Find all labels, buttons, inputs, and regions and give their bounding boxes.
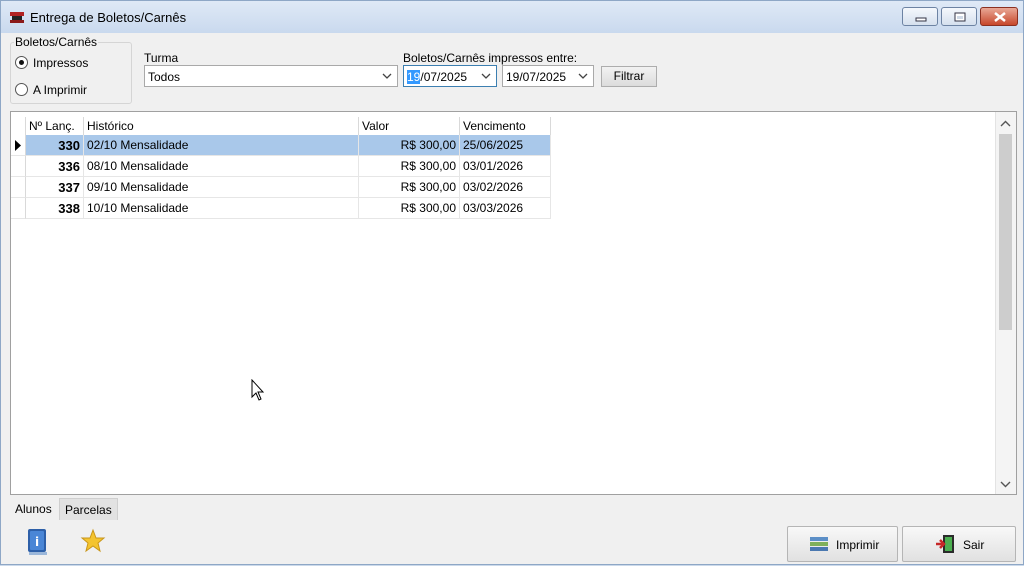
turma-select[interactable]: Todos [144, 65, 398, 87]
radio-a-imprimir-label[interactable]: A Imprimir [33, 83, 87, 97]
cell-valor: R$ 300,00 [359, 156, 460, 177]
main-window: Entrega de Boletos/Carnês Boletos/Carnês… [0, 0, 1024, 565]
info-book-icon[interactable]: i [24, 527, 50, 557]
column-header-num[interactable]: Nº Lanç. [26, 117, 84, 135]
scroll-down-icon[interactable] [999, 478, 1012, 491]
scroll-up-icon[interactable] [999, 117, 1012, 130]
close-icon [994, 12, 1006, 22]
mouse-cursor-icon [251, 379, 265, 401]
tab-alunos[interactable]: Alunos [10, 498, 57, 520]
chevron-down-icon [481, 73, 491, 79]
date-from-value: 19/07/2025 [407, 70, 467, 84]
cell-vencimento: 03/03/2026 [460, 198, 551, 219]
chevron-down-icon [578, 73, 588, 79]
restore-icon [954, 12, 966, 22]
radio-impressos-label[interactable]: Impressos [33, 56, 88, 70]
table-row[interactable]: 338 10/10 Mensalidade R$ 300,00 03/03/20… [26, 198, 551, 219]
cell-valor: R$ 300,00 [359, 198, 460, 219]
table-row[interactable]: 330 02/10 Mensalidade R$ 300,00 25/06/20… [26, 135, 551, 156]
turma-label: Turma [144, 51, 179, 65]
cell-num: 337 [26, 177, 84, 198]
cell-historico: 09/10 Mensalidade [84, 177, 359, 198]
maximize-button[interactable] [941, 7, 977, 26]
date-from-rest: /07/2025 [420, 70, 468, 84]
print-button[interactable]: Imprimir [787, 526, 898, 562]
row-indicator-header [11, 117, 26, 135]
exit-door-icon [936, 535, 954, 553]
column-header-historico[interactable]: Histórico [84, 117, 359, 135]
date-to-picker[interactable]: 19/07/2025 [502, 65, 594, 87]
printer-icon [810, 537, 828, 551]
current-row-indicator [11, 135, 26, 156]
book-icon [10, 12, 24, 23]
star-icon[interactable] [80, 528, 106, 554]
row-indicator [11, 156, 26, 177]
cell-num: 330 [26, 135, 84, 156]
bottom-toolbar: i Imprimir Sair [10, 522, 1017, 566]
title-bar: Entrega de Boletos/Carnês [1, 1, 1023, 33]
chevron-down-icon [382, 73, 392, 79]
cell-num: 336 [26, 156, 84, 177]
cell-historico: 10/10 Mensalidade [84, 198, 359, 219]
date-from-selected-part: 19 [407, 70, 421, 84]
installments-grid[interactable]: Nº Lanç. Histórico Valor Vencimento 330 … [10, 111, 1017, 495]
row-indicator [11, 177, 26, 198]
row-indicator [11, 198, 26, 219]
radio-dot [19, 60, 24, 65]
date-to-value: 19/07/2025 [506, 70, 567, 84]
cell-historico: 08/10 Mensalidade [84, 156, 359, 177]
filter-button[interactable]: Filtrar [601, 66, 657, 87]
vertical-scrollbar[interactable] [995, 112, 1016, 494]
cell-valor: R$ 300,00 [359, 177, 460, 198]
boletos-group-label: Boletos/Carnês [14, 35, 99, 49]
date-from-picker[interactable]: 19/07/2025 [403, 65, 497, 87]
cell-num: 338 [26, 198, 84, 219]
column-header-vencimento[interactable]: Vencimento [460, 117, 551, 135]
minimize-button[interactable] [902, 7, 938, 26]
window-title: Entrega de Boletos/Carnês [30, 10, 187, 25]
svg-text:i: i [35, 535, 39, 549]
radio-a-imprimir[interactable] [15, 83, 28, 96]
radio-impressos[interactable] [15, 56, 28, 69]
cell-vencimento: 03/02/2026 [460, 177, 551, 198]
scrollbar-thumb[interactable] [999, 134, 1012, 330]
column-header-valor[interactable]: Valor [359, 117, 460, 135]
date-range-label: Boletos/Carnês impressos entre: [403, 51, 578, 65]
minimize-icon [915, 17, 927, 22]
print-button-label: Imprimir [836, 538, 880, 552]
tab-parcelas[interactable]: Parcelas [59, 498, 118, 520]
turma-value: Todos [148, 70, 181, 84]
cell-vencimento: 03/01/2026 [460, 156, 551, 177]
table-row[interactable]: 336 08/10 Mensalidade R$ 300,00 03/01/20… [26, 156, 551, 177]
exit-button-label: Sair [963, 538, 985, 552]
cell-vencimento: 25/06/2025 [460, 135, 551, 156]
cell-historico: 02/10 Mensalidade [84, 135, 359, 156]
exit-button[interactable]: Sair [902, 526, 1016, 562]
cell-valor: R$ 300,00 [359, 135, 460, 156]
close-button[interactable] [980, 7, 1018, 26]
table-row[interactable]: 337 09/10 Mensalidade R$ 300,00 03/02/20… [26, 177, 551, 198]
row-pointer-icon [15, 140, 21, 151]
